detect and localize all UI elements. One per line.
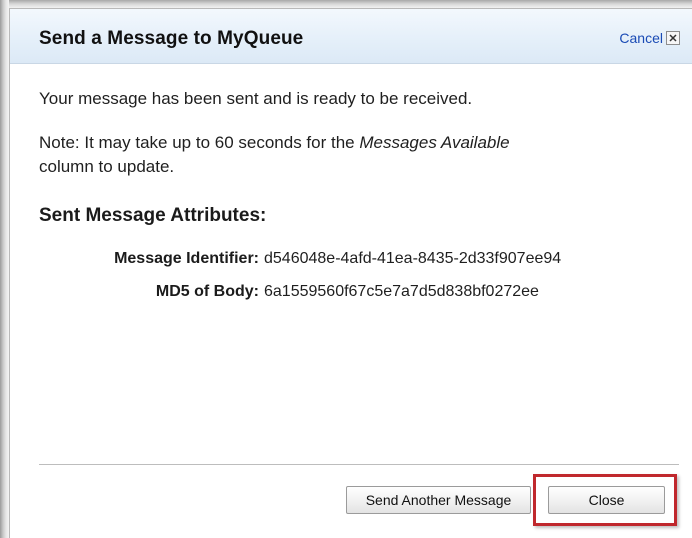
send-message-dialog: Send a Message to MyQueue Cancel Your me… xyxy=(9,8,692,538)
send-another-message-button[interactable]: Send Another Message xyxy=(346,486,531,514)
close-button-highlight xyxy=(533,474,677,526)
attribute-row: Message Identifier: d546048e-4afd-41ea-8… xyxy=(10,250,692,272)
dialog-title: Send a Message to MyQueue xyxy=(39,28,304,49)
attribute-value: 6a1559560f67c5e7a7d5d838bf0272ee xyxy=(264,283,539,300)
window-frame-top xyxy=(0,0,692,8)
note-line-1: Note: It may take up to 60 seconds for t… xyxy=(39,131,510,155)
attribute-value: d546048e-4afd-41ea-8435-2d33f907ee94 xyxy=(264,250,562,267)
attributes-heading: Sent Message Attributes: xyxy=(39,205,267,226)
footer-divider xyxy=(39,464,679,465)
attribute-label: Message Identifier: xyxy=(114,250,259,267)
sent-confirmation-text: Your message has been sent and is ready … xyxy=(39,89,473,108)
cancel-control[interactable]: Cancel xyxy=(619,30,680,46)
screen: Send a Message to MyQueue Cancel Your me… xyxy=(0,0,692,538)
attribute-row: MD5 of Body: 6a1559560f67c5e7a7d5d838bf0… xyxy=(10,283,692,305)
note-emphasis: Messages Available xyxy=(359,133,510,152)
dialog-title-bar: Send a Message to MyQueue Cancel xyxy=(10,9,692,64)
window-frame-left xyxy=(0,0,9,538)
close-x-icon[interactable] xyxy=(666,31,680,45)
note-line-2: column to update. xyxy=(39,157,175,176)
cancel-link[interactable]: Cancel xyxy=(619,30,663,46)
note-prefix: Note: It may take up to 60 seconds for t… xyxy=(39,133,360,152)
attribute-label: MD5 of Body: xyxy=(155,283,259,300)
